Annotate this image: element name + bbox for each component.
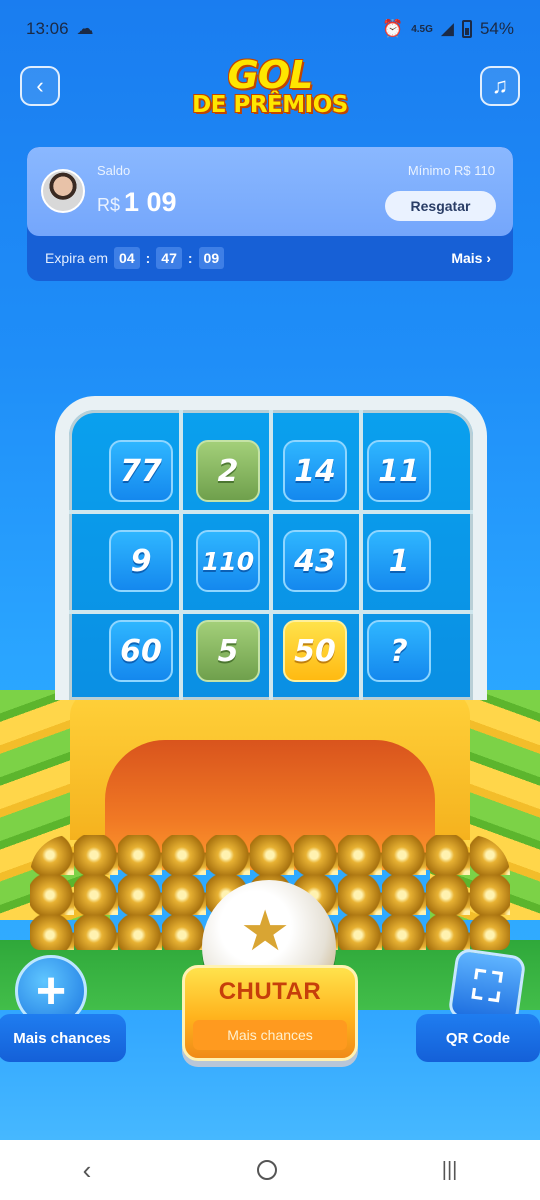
- battery-icon: [461, 20, 472, 38]
- timer-seconds: 09: [198, 247, 225, 269]
- kick-label: CHUTAR: [218, 978, 322, 1005]
- saldo-value: R$ 1 09: [97, 187, 177, 218]
- battery-level: 54%: [479, 19, 514, 38]
- system-nav-bar: ‹ |||: [0, 1140, 540, 1200]
- alarm-icon: ⏰: [382, 19, 404, 38]
- goal-frame: 77 2 14 11 9 110 43 1 60 5 50?: [55, 396, 487, 700]
- prize-cell[interactable]: 5: [196, 620, 260, 682]
- prize-cell[interactable]: 43: [283, 530, 347, 592]
- prize-cell[interactable]: 9: [109, 530, 173, 592]
- expiry-row: Expira em 04 : 47 : 09: [45, 247, 225, 269]
- net-line: [269, 410, 273, 700]
- logo-line2: DE PRÊMIOS: [192, 92, 348, 118]
- cloud-icon: ☁: [76, 19, 94, 38]
- nav-home-icon[interactable]: [256, 1160, 277, 1180]
- more-link[interactable]: Mais ›: [451, 250, 491, 266]
- balance-amount: 1 09: [124, 187, 177, 217]
- currency-label: R$: [97, 195, 121, 215]
- music-note-icon: ♫: [491, 73, 509, 98]
- kick-sub-label: Mais chances: [193, 1020, 347, 1050]
- timer-minutes: 47: [156, 247, 182, 269]
- nav-back-icon[interactable]: ‹: [83, 1155, 92, 1186]
- prize-cell[interactable]: 2: [196, 440, 260, 502]
- status-bar: 13:06 ☁ ⏰ 4.5G ◢ 54%: [0, 0, 540, 58]
- more-chances-button[interactable]: Mais chances: [0, 1014, 126, 1062]
- network-label: 4.5G: [411, 23, 433, 35]
- more-label: Mais: [451, 250, 483, 266]
- saldo-label: Saldo: [97, 163, 131, 178]
- music-button[interactable]: ♫: [480, 66, 520, 106]
- prize-cell[interactable]: 11: [367, 440, 431, 502]
- avatar: [41, 169, 85, 213]
- prize-cell[interactable]: 60: [109, 620, 173, 682]
- status-time: 13:06: [26, 19, 69, 38]
- qr-code-button[interactable]: QR Code: [416, 1014, 540, 1062]
- nav-recents-icon[interactable]: |||: [442, 1159, 458, 1182]
- net-line: [179, 410, 183, 700]
- prize-cell[interactable]: 77: [109, 440, 173, 502]
- prize-cell[interactable]: 110: [196, 530, 260, 592]
- timer-hours: 04: [114, 247, 140, 269]
- prize-cell[interactable]: 1: [367, 530, 431, 592]
- minimum-label: Mínimo R$ 110: [407, 163, 495, 178]
- balance-card: Saldo R$ 1 09 Mínimo R$ 110 Resgatar Exp…: [27, 147, 513, 281]
- redeem-button[interactable]: Resgatar: [385, 191, 496, 221]
- game-logo: GOL DE PRÊMIOS: [0, 56, 540, 117]
- balance-card-top: Saldo R$ 1 09 Mínimo R$ 110 Resgatar: [27, 147, 513, 236]
- header: ‹ GOL DE PRÊMIOS ♫: [0, 56, 540, 128]
- prize-cell[interactable]: 50: [283, 620, 347, 682]
- chevron-right-icon: ›: [486, 250, 491, 266]
- signal-icon: ◢: [440, 19, 454, 38]
- logo-line1: GOL: [227, 53, 314, 97]
- net-line: [359, 410, 363, 700]
- kick-button[interactable]: CHUTAR Mais chances: [182, 965, 358, 1061]
- prize-cell[interactable]: ?: [367, 620, 431, 682]
- expires-label: Expira em: [45, 250, 109, 266]
- prize-cell[interactable]: 14: [283, 440, 347, 502]
